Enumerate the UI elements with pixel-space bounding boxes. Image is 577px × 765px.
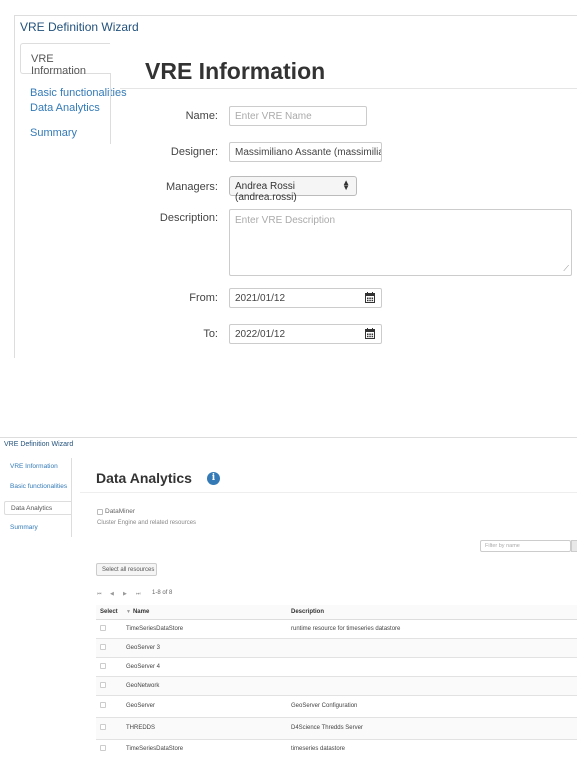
column-header-name[interactable]: ▼ Name [122, 605, 287, 620]
from-date-value: 2021/01/12 [235, 293, 286, 304]
column-header-name-label: Name [132, 608, 150, 615]
row-description: D4Science Thredds Server [287, 716, 577, 739]
dataminer-checkbox[interactable] [97, 509, 103, 515]
sort-arrow-icon: ▼ [126, 608, 131, 615]
row-name: GeoServer 3 [122, 637, 287, 657]
nav-vre-information[interactable]: VRE Information [10, 463, 58, 470]
table-row[interactable]: GeoServer 4 [96, 656, 577, 676]
row-name: THREDDS [122, 716, 287, 739]
nav-basic-functionalities[interactable]: Basic functionalities [10, 483, 67, 490]
description-placeholder: Enter VRE Description [235, 215, 336, 226]
row-description: runtime resource for timeseries datastor… [287, 618, 577, 638]
managers-select-value: Andrea Rossi (andrea.rossi) [235, 181, 297, 203]
wizard-title: VRE Definition Wizard [20, 20, 139, 34]
resize-grip-icon[interactable]: ⟋ [563, 264, 569, 274]
table-row[interactable]: GeoServer 3 [96, 637, 577, 657]
column-header-select: Select [96, 605, 122, 620]
row-name: TimeSeriesDataStore [122, 738, 287, 758]
to-date-value: 2022/01/12 [235, 329, 286, 340]
heading-divider [80, 492, 577, 493]
row-name: GeoNetwork [122, 675, 287, 695]
select-all-button[interactable]: Select all resources [96, 563, 157, 576]
row-description: timeseries datastore [287, 738, 577, 758]
page-title: Data Analytics [96, 470, 192, 486]
row-description [287, 637, 577, 657]
page-title: VRE Information [145, 58, 326, 84]
nav-basic-functionalities[interactable]: Basic functionalities [30, 87, 127, 99]
info-icon[interactable]: i [207, 472, 220, 485]
name-input[interactable]: Enter VRE Name [229, 106, 367, 126]
managers-label: Managers: [166, 181, 218, 193]
dataminer-label: DataMiner [105, 508, 135, 515]
calendar-icon[interactable] [365, 328, 375, 339]
from-date-input[interactable]: 2021/01/12 [229, 288, 382, 308]
nav-data-analytics[interactable]: Data Analytics [30, 102, 100, 114]
row-checkbox[interactable] [100, 744, 106, 751]
pager-prev-icon[interactable]: ◀ [110, 591, 114, 597]
heading-divider [120, 88, 577, 89]
designer-input[interactable]: Massimiliano Assante (massimiliano. [229, 142, 382, 162]
nav-data-analytics[interactable]: Data Analytics [4, 501, 71, 515]
description-textarea[interactable]: Enter VRE Description ⟋ [229, 209, 572, 276]
pager-next-icon[interactable]: ▶ [123, 591, 127, 597]
calendar-icon[interactable] [365, 292, 375, 303]
table-row[interactable]: TimeSeriesDataStore runtime resource for… [96, 618, 577, 638]
dataminer-description: Cluster Engine and related resources [97, 520, 197, 526]
pager-last-icon[interactable]: ⏭ [136, 591, 141, 597]
row-checkbox[interactable] [100, 724, 106, 730]
to-date-input[interactable]: 2022/01/12 [229, 324, 382, 344]
table-header-row: Select ▼ Name Description [96, 605, 577, 620]
select-arrows-icon: ▲ ▼ [342, 178, 350, 192]
filter-input[interactable]: Filter by name [480, 540, 571, 552]
row-name: GeoServer 4 [122, 656, 287, 676]
row-description [287, 675, 577, 695]
resources-table: Select ▼ Name Description TimeSeriesDataS… [96, 605, 577, 758]
filter-button[interactable] [571, 540, 577, 552]
nav-divider [71, 458, 72, 537]
row-description: GeoServer Configuration [287, 694, 577, 717]
row-description [287, 656, 577, 676]
to-label: To: [203, 328, 218, 340]
row-checkbox[interactable] [100, 643, 106, 650]
description-label: Description: [159, 212, 218, 224]
table-row[interactable]: GeoNetwork [96, 675, 577, 695]
panel1-top-border [14, 15, 577, 16]
row-name: GeoServer [122, 694, 287, 717]
wizard-title: VRE Definition Wizard [4, 441, 74, 448]
nav-divider [110, 73, 111, 144]
from-label: From: [189, 292, 218, 304]
nav-summary[interactable]: Summary [30, 127, 77, 139]
nav-summary[interactable]: Summary [10, 524, 38, 531]
row-checkbox[interactable] [100, 662, 106, 669]
row-name: TimeSeriesDataStore [122, 618, 287, 638]
pager-range: 1-8 of 8 [152, 590, 173, 596]
name-label: Name: [185, 110, 218, 122]
managers-select[interactable]: Andrea Rossi (andrea.rossi) ▲ ▼ [229, 176, 357, 203]
nav-vre-information[interactable]: VRE Information [20, 43, 110, 77]
row-checkbox[interactable] [100, 681, 106, 688]
row-checkbox[interactable] [100, 702, 106, 708]
panel1-left-border [14, 16, 15, 358]
row-checkbox[interactable] [100, 624, 106, 631]
column-header-description: Description [287, 605, 577, 620]
table-row[interactable]: GeoServer GeoServer Configuration [96, 694, 577, 717]
table-row[interactable]: TimeSeriesDataStore timeseries datastore [96, 738, 577, 758]
panel2-top-border [0, 437, 577, 438]
pager-first-icon[interactable]: ⏮ [97, 591, 102, 597]
designer-label: Designer: [170, 146, 218, 158]
table-row[interactable]: THREDDS D4Science Thredds Server [96, 716, 577, 739]
